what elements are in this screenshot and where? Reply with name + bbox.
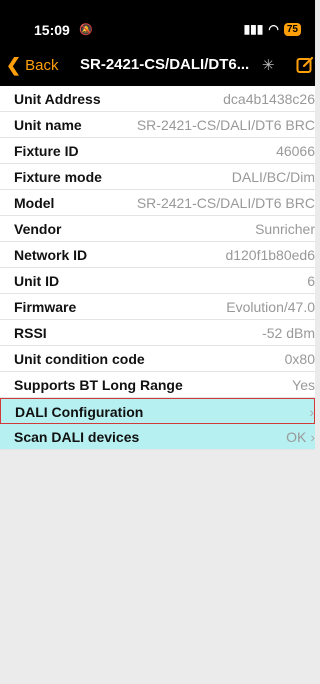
info-row-unit-id: Unit ID 6 [0, 268, 315, 294]
row-value: d120f1b80ed6 [225, 247, 315, 263]
info-row-unit-condition-code: Unit condition code 0x80 [0, 346, 315, 372]
info-row-fixture-mode: Fixture mode DALI/BC/Dim [0, 164, 315, 190]
row-label: RSSI [14, 325, 47, 341]
cellular-signal-icon: ▮▮▮ [243, 22, 264, 36]
row-value: Yes [292, 377, 315, 393]
row-label: Firmware [14, 299, 77, 315]
row-value: SR-2421-CS/DALI/DT6 BRC [136, 117, 315, 133]
status-bar: 15:09 🔕 ▮▮▮ ◠ 75 [0, 0, 315, 44]
row-value: SR-2421-CS/DALI/DT6 BRC [136, 195, 315, 211]
info-row-firmware: Firmware Evolution/47.0 [0, 294, 315, 320]
back-label: Back [25, 57, 59, 74]
row-label: Supports BT Long Range [14, 377, 183, 393]
battery-icon: 75 [283, 22, 301, 36]
row-value: DALI/BC/Dim [231, 169, 315, 185]
chevron-right-icon: › [309, 404, 314, 420]
row-value: dca4b1438c26 [223, 91, 315, 107]
row-label: Unit ID [14, 273, 60, 289]
status-right-group: ▮▮▮ ◠ 75 [244, 22, 301, 36]
info-row-unit-name: Unit name SR-2421-CS/DALI/DT6 BRC [0, 112, 315, 138]
row-value: › [305, 404, 314, 420]
silent-bell-icon: 🔕 [79, 24, 93, 36]
device-info-list: Unit Address dca4b1438c26 Unit name SR-2… [0, 86, 315, 450]
info-row-unit-address: Unit Address dca4b1438c26 [0, 86, 315, 112]
dali-configuration-row[interactable]: DALI Configuration › [0, 398, 315, 424]
loading-spinner-icon: ✳ [262, 57, 275, 74]
back-chevron-icon: ❮ [6, 55, 22, 75]
row-label: DALI Configuration [15, 404, 144, 420]
info-row-supports-bt-long-range: Supports BT Long Range Yes [0, 372, 315, 398]
row-value: 6 [307, 273, 315, 289]
row-value: OK › [286, 429, 315, 445]
row-label: Unit Address [14, 91, 101, 107]
row-label: Fixture mode [14, 169, 102, 185]
wifi-icon: ◠ [268, 22, 279, 36]
status-time: 15:09 [34, 22, 70, 38]
row-label: Unit condition code [14, 351, 145, 367]
back-button[interactable]: ❮ Back [6, 55, 58, 76]
row-value: 0x80 [284, 351, 315, 367]
row-label: Fixture ID [14, 143, 79, 159]
info-row-vendor: Vendor Sunricher [0, 216, 315, 242]
chevron-right-icon: › [310, 429, 315, 445]
info-row-model: Model SR-2421-CS/DALI/DT6 BRC [0, 190, 315, 216]
row-label: Vendor [14, 221, 62, 237]
scan-dali-devices-row[interactable]: Scan DALI devices OK › [0, 424, 315, 450]
info-row-fixture-id: Fixture ID 46066 [0, 138, 315, 164]
edit-icon[interactable] [296, 56, 314, 74]
row-label: Network ID [14, 247, 88, 263]
row-value: Sunricher [255, 221, 315, 237]
row-value: -52 dBm [262, 325, 315, 341]
row-value: 46066 [276, 143, 315, 159]
row-label: Unit name [14, 117, 82, 133]
row-label: Scan DALI devices [14, 429, 140, 445]
navigation-bar: ❮ Back SR-2421-CS/DALI/DT6... ✳ [0, 44, 315, 86]
info-row-network-id: Network ID d120f1b80ed6 [0, 242, 315, 268]
row-value: Evolution/47.0 [226, 299, 315, 315]
info-row-rssi: RSSI -52 dBm [0, 320, 315, 346]
page-title: SR-2421-CS/DALI/DT6... [80, 56, 250, 73]
row-label: Model [14, 195, 55, 211]
